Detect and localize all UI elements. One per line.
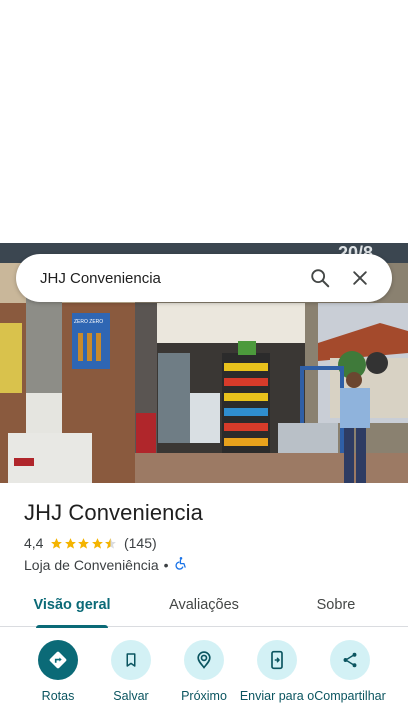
send-to-phone-button[interactable]: Enviar para o	[237, 640, 317, 703]
tab-overview[interactable]: Visão geral	[24, 583, 120, 628]
tab-active-indicator	[36, 625, 108, 628]
category-row: Loja de Conveniência •	[24, 556, 188, 573]
review-count[interactable]: (145)	[124, 535, 157, 551]
rating-stars	[50, 537, 118, 550]
tab-reviews-label: Avaliações	[169, 597, 239, 613]
nearby-icon	[184, 640, 224, 680]
share-label: Compartilhar	[314, 689, 386, 703]
directions-icon	[38, 640, 78, 680]
tab-overview-label: Visão geral	[33, 597, 111, 613]
svg-text:ZERO ZERO: ZERO ZERO	[74, 319, 103, 325]
tab-reviews[interactable]: Avaliações	[152, 583, 256, 627]
nearby-button[interactable]: Próximo	[164, 640, 244, 703]
search-bar[interactable]: JHJ Conveniencia	[16, 254, 392, 302]
save-button[interactable]: Salvar	[91, 640, 171, 703]
star-icon	[51, 537, 63, 549]
nearby-label: Próximo	[181, 689, 227, 703]
place-tabs: Visão geral Avaliações Sobre	[0, 583, 408, 628]
share-button[interactable]: Compartilhar	[310, 640, 390, 703]
action-buttons-row: Rotas Salvar Próximo Enviar para o Compa…	[0, 640, 408, 726]
close-icon[interactable]	[340, 258, 380, 298]
separator-dot: •	[163, 556, 169, 573]
share-icon	[330, 640, 370, 680]
star-half-icon	[105, 537, 117, 549]
tab-about-label: Sobre	[316, 597, 356, 613]
directions-label: Rotas	[41, 689, 75, 703]
wheelchair-icon	[174, 556, 188, 573]
star-icon	[65, 537, 76, 549]
bookmark-icon	[111, 640, 151, 680]
tab-about[interactable]: Sobre	[296, 583, 376, 627]
send-to-phone-label: Enviar para o	[239, 689, 315, 703]
rating-value: 4,4	[24, 535, 44, 551]
send-to-phone-icon	[257, 640, 297, 680]
rating-row[interactable]: 4,4 (145)	[24, 535, 157, 551]
search-input[interactable]: JHJ Conveniencia	[40, 270, 300, 287]
star-icon	[92, 537, 103, 549]
place-title: JHJ Conveniencia	[24, 500, 203, 525]
save-label: Salvar	[113, 689, 149, 703]
star-icon	[78, 537, 90, 549]
directions-button[interactable]: Rotas	[18, 640, 98, 703]
place-category: Loja de Conveniência	[24, 556, 159, 573]
map-blank-area	[0, 0, 408, 243]
search-icon[interactable]	[300, 258, 340, 298]
